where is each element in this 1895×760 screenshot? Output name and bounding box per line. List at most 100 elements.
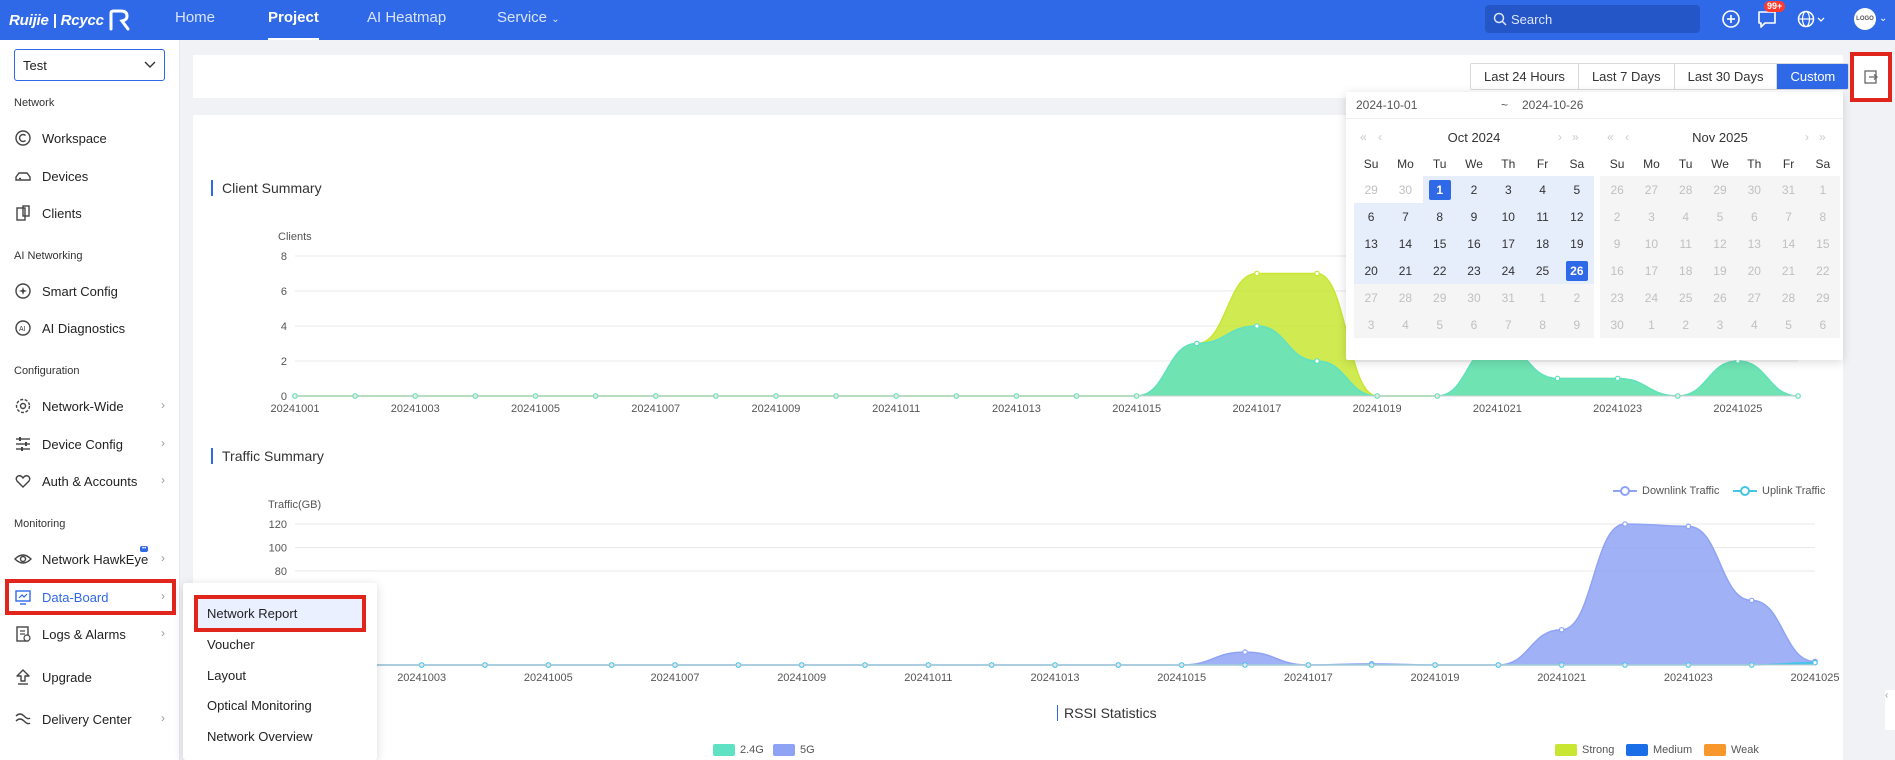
legend-downlink[interactable]: Downlink Traffic — [1613, 485, 1719, 497]
add-circle-icon[interactable] — [1720, 8, 1742, 30]
calendar-day[interactable]: 8 — [1805, 203, 1840, 230]
next-year-icon[interactable]: » — [1572, 130, 1579, 144]
calendar-day[interactable]: 13 — [1354, 230, 1389, 257]
sidebar-item-delivery-center[interactable]: Delivery Center › — [8, 704, 173, 734]
calendar-day[interactable]: 29 — [1702, 176, 1738, 203]
submenu-voucher[interactable]: Voucher — [197, 629, 363, 660]
sidebar-item-upgrade[interactable]: Upgrade — [8, 662, 173, 692]
calendar-day[interactable]: 6 — [1805, 311, 1840, 338]
calendar-day[interactable]: 4 — [1668, 203, 1703, 230]
avatar[interactable]: LOGO — [1854, 8, 1876, 30]
calendar-day[interactable]: 7 — [1491, 311, 1526, 338]
next-month-icon[interactable]: › — [1558, 130, 1562, 144]
calendar-day[interactable]: 6 — [1456, 311, 1492, 338]
calendar-day[interactable]: 5 — [1422, 311, 1457, 338]
nav-project[interactable]: Project — [268, 0, 319, 40]
calendar-day[interactable]: 30 — [1737, 176, 1772, 203]
sidebar-item-auth-accounts[interactable]: Auth & Accounts › — [8, 466, 173, 496]
calendar-day[interactable]: 28 — [1388, 284, 1423, 311]
calendar-day[interactable]: 2 — [1668, 311, 1703, 338]
calendar-day[interactable]: 17 — [1491, 230, 1526, 257]
calendar-day[interactable]: 20 — [1737, 257, 1772, 284]
calendar-day[interactable]: 27 — [1737, 284, 1772, 311]
calendar-day[interactable]: 17 — [1634, 257, 1669, 284]
calendar-day[interactable]: 10 — [1634, 230, 1669, 257]
calendar-day[interactable]: 11 — [1525, 203, 1560, 230]
language-globe-icon[interactable] — [1796, 8, 1826, 30]
calendar-day[interactable]: 9 — [1559, 311, 1594, 338]
submenu-network-report[interactable]: Network Report — [194, 595, 366, 632]
calendar-day[interactable]: 29 — [1805, 284, 1840, 311]
calendar-day[interactable]: 13 — [1737, 230, 1772, 257]
start-date-input[interactable]: 2024-10-01 — [1356, 98, 1417, 112]
calendar-day[interactable]: 19 — [1702, 257, 1738, 284]
calendar-day[interactable]: 23 — [1600, 284, 1635, 311]
search-input[interactable]: Search — [1485, 5, 1700, 33]
calendar-day[interactable]: 25 — [1668, 284, 1703, 311]
legend-weak[interactable]: Weak — [1704, 744, 1759, 756]
calendar-day[interactable]: 12 — [1702, 230, 1738, 257]
sidebar-item-ai-diagnostics[interactable]: AI AI Diagnostics — [8, 313, 173, 343]
sidebar-item-smart-config[interactable]: Smart Config — [8, 276, 173, 306]
calendar-day[interactable]: 2 — [1559, 284, 1594, 311]
calendar-day[interactable]: 21 — [1388, 257, 1423, 284]
calendar-day[interactable]: 24 — [1634, 284, 1669, 311]
calendar-day[interactable]: 15 — [1422, 230, 1457, 257]
nav-ai-heatmap[interactable]: AI Heatmap — [367, 0, 446, 40]
sidebar-item-workspace[interactable]: Workspace — [8, 123, 173, 153]
calendar-day[interactable]: 26 — [1559, 257, 1594, 284]
sidebar-item-network-hawkeye[interactable]: Network HawkEye •• › — [8, 544, 173, 574]
next-month-icon[interactable]: › — [1805, 130, 1809, 144]
calendar-day[interactable]: 3 — [1634, 203, 1669, 230]
calendar-day[interactable]: 8 — [1525, 311, 1560, 338]
export-button[interactable] — [1850, 52, 1892, 102]
calendar-day[interactable]: 6 — [1354, 203, 1389, 230]
calendar-day[interactable]: 27 — [1354, 284, 1389, 311]
calendar-day[interactable]: 1 — [1634, 311, 1669, 338]
calendar-day[interactable]: 8 — [1422, 203, 1457, 230]
calendar-day[interactable]: 24 — [1491, 257, 1526, 284]
calendar-day[interactable]: 28 — [1771, 284, 1806, 311]
calendar-day[interactable]: 28 — [1668, 176, 1703, 203]
calendar-day[interactable]: 18 — [1668, 257, 1703, 284]
calendar-day[interactable]: 27 — [1634, 176, 1669, 203]
calendar-day[interactable]: 21 — [1771, 257, 1806, 284]
range-last-24-hours-button[interactable]: Last 24 Hours — [1471, 64, 1579, 89]
calendar-day[interactable]: 23 — [1456, 257, 1492, 284]
avatar-chevron-icon[interactable]: ⌄ — [1879, 13, 1887, 24]
calendar-day[interactable]: 29 — [1422, 284, 1457, 311]
calendar-day[interactable]: 31 — [1491, 284, 1526, 311]
calendar-day[interactable]: 4 — [1388, 311, 1423, 338]
nav-home[interactable]: Home — [175, 0, 215, 40]
calendar-day[interactable]: 3 — [1354, 311, 1389, 338]
range-custom-button[interactable]: Custom — [1777, 64, 1849, 89]
calendar-day[interactable]: 5 — [1559, 176, 1594, 203]
submenu-optical-monitoring[interactable]: Optical Monitoring — [197, 690, 363, 721]
calendar-day[interactable]: 19 — [1559, 230, 1594, 257]
calendar-day[interactable]: 16 — [1600, 257, 1635, 284]
calendar-day[interactable]: 11 — [1668, 230, 1703, 257]
submenu-layout[interactable]: Layout — [197, 660, 363, 691]
calendar-day[interactable]: 1 — [1805, 176, 1840, 203]
sidebar-item-devices[interactable]: Devices — [8, 161, 173, 191]
calendar-day[interactable]: 2 — [1456, 176, 1492, 203]
calendar-day[interactable]: 1 — [1422, 176, 1457, 203]
calendar-day[interactable]: 15 — [1805, 230, 1840, 257]
calendar-day[interactable]: 7 — [1771, 203, 1806, 230]
sidebar-item-device-config[interactable]: Device Config › — [8, 429, 173, 459]
calendar-day[interactable]: 25 — [1525, 257, 1560, 284]
calendar-day[interactable]: 2 — [1600, 203, 1635, 230]
sidebar-item-clients[interactable]: Clients — [8, 198, 173, 228]
legend-band-5g[interactable]: 5G — [773, 744, 815, 756]
calendar-day[interactable]: 30 — [1388, 176, 1422, 203]
calendar-day[interactable]: 29 — [1354, 176, 1388, 203]
calendar-day[interactable]: 30 — [1456, 284, 1492, 311]
legend-strong[interactable]: Strong — [1555, 744, 1614, 756]
sidebar-item-data-board[interactable]: Data-Board › — [5, 579, 176, 615]
sidebar-item-logs-alarms[interactable]: Logs & Alarms › — [8, 619, 173, 649]
calendar-day[interactable]: 9 — [1456, 203, 1492, 230]
project-select[interactable]: Test — [14, 49, 165, 81]
submenu-network-overview[interactable]: Network Overview — [197, 721, 363, 752]
calendar-day[interactable]: 3 — [1702, 311, 1738, 338]
end-date-input[interactable]: 2024-10-26 — [1522, 98, 1583, 112]
